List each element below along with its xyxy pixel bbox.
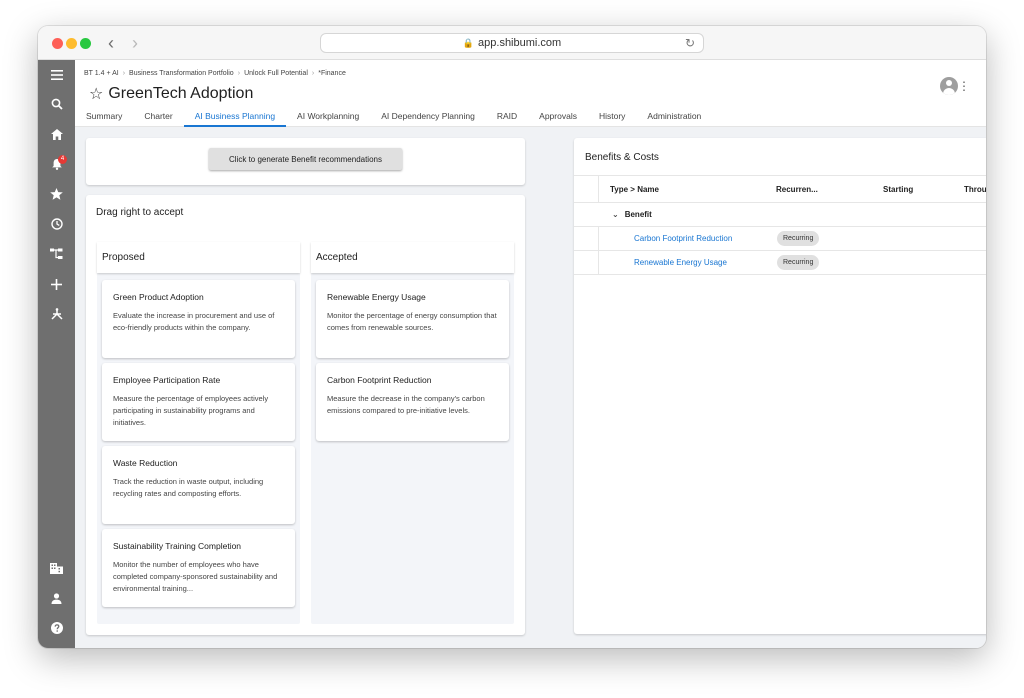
search-icon[interactable] [38,94,75,118]
accepted-card[interactable]: Carbon Footprint Reduction Measure the d… [316,363,509,441]
recurrence-chip: Recurring [777,255,820,270]
column-header-recurrence[interactable]: Recurren... [776,176,818,203]
card-title: Green Product Adoption [113,292,204,302]
grid-gutter [598,227,599,250]
card-title: Waste Reduction [113,458,178,468]
menu-icon[interactable] [38,64,75,88]
breadcrumb-item[interactable]: BT 1.4 + AI [84,70,119,77]
person-icon[interactable] [38,588,75,612]
grid-header-row: Type > Name Recurren... Starting Through [574,175,986,203]
browser-window: ‹ › 🔒 app.shibumi.com ↻ 4 BT 1.4 + AI › … [38,26,986,648]
back-arrow-icon[interactable]: ‹ [100,32,122,54]
benefit-name-link[interactable]: Renewable Energy Usage [634,251,727,274]
notification-count-badge: 4 [58,155,67,164]
main-content: Click to generate Benefit recommendation… [75,127,986,648]
url-text: app.shibumi.com [478,37,562,49]
reload-icon[interactable]: ↻ [685,34,695,52]
chevron-down-icon[interactable]: ⌄ [612,210,619,219]
breadcrumb-separator: › [122,70,126,77]
column-header-type-name[interactable]: Type > Name [610,176,659,203]
card-description: Evaluate the increase in procurement and… [113,311,275,332]
recurrence-chip: Recurring [777,231,820,246]
tab-ai-workplanning[interactable]: AI Workplanning [286,105,370,127]
tab-summary[interactable]: Summary [75,105,133,127]
building-icon[interactable] [38,558,75,582]
group-row-benefit[interactable]: ⌄ Benefit [574,203,986,227]
table-row[interactable]: Carbon Footprint Reduction Recurring [574,227,986,251]
proposed-column: Proposed Green Product Adoption Evaluate… [97,242,300,624]
tab-ai-business-planning[interactable]: AI Business Planning [183,105,287,127]
benefits-costs-title: Benefits & Costs [585,152,659,163]
grid-gutter [598,251,599,274]
tab-raid[interactable]: RAID [486,105,528,127]
tab-bar: Summary Charter AI Business Planning AI … [75,105,712,127]
minimize-window-button[interactable] [66,38,77,49]
generate-benefits-button[interactable]: Click to generate Benefit recommendation… [209,148,402,170]
group-label[interactable]: ⌄ Benefit [612,203,652,226]
benefits-costs-panel: Benefits & Costs + Type > Name Recurren.… [574,138,986,634]
column-header-through[interactable]: Through [964,176,986,203]
breadcrumb-separator: › [311,70,315,77]
group-name: Benefit [624,210,652,219]
favorite-star-icon[interactable]: ☆ [89,86,103,103]
breadcrumb: BT 1.4 + AI › Business Transformation Port… [84,70,346,77]
column-header-starting[interactable]: Starting [883,176,913,203]
lock-icon: 🔒 [462,38,475,48]
breadcrumb-item[interactable]: Business Transformation Portfolio [129,70,234,77]
card-description: Monitor the number of employees who have… [113,560,278,593]
forward-arrow-icon[interactable]: › [124,32,146,54]
add-icon[interactable] [38,274,75,298]
benefits-grid: Type > Name Recurren... Starting Through… [574,175,986,275]
proposed-card[interactable]: Employee Participation Rate Measure the … [102,363,295,441]
history-icon[interactable] [38,214,75,238]
page-title: GreenTech Adoption [108,85,254,102]
tab-approvals[interactable]: Approvals [528,105,588,127]
apps-icon[interactable] [38,304,75,328]
proposed-card[interactable]: Green Product Adoption Evaluate the incr… [102,280,295,358]
grid-gutter [598,176,599,202]
generate-panel: Click to generate Benefit recommendation… [86,138,525,185]
card-title: Sustainability Training Completion [113,541,242,551]
kanban-board: Drag right to accept Proposed Green Prod… [86,195,525,635]
board-title: Drag right to accept [96,207,184,218]
address-bar[interactable]: 🔒 app.shibumi.com ↻ [320,33,704,53]
benefit-name-link[interactable]: Carbon Footprint Reduction [634,227,732,250]
card-title: Carbon Footprint Reduction [327,375,432,385]
page-header: BT 1.4 + AI › Business Transformation Port… [75,60,986,127]
notifications-icon[interactable]: 4 [38,154,75,178]
table-row[interactable]: Renewable Energy Usage Recurring [574,251,986,275]
hierarchy-icon[interactable] [38,244,75,268]
accepted-column-header: Accepted [311,242,514,273]
maximize-window-button[interactable] [80,38,91,49]
tab-administration[interactable]: Administration [636,105,712,127]
close-window-button[interactable] [52,38,63,49]
proposed-card[interactable]: Waste Reduction Track the reduction in w… [102,446,295,524]
card-description: Measure the decrease in the company's ca… [327,394,485,415]
card-description: Measure the percentage of employees acti… [113,394,269,427]
help-icon[interactable] [38,618,75,642]
browser-toolbar: ‹ › 🔒 app.shibumi.com ↻ [38,26,986,60]
title-row: ☆ GreenTech Adoption [89,84,253,106]
card-description: Track the reduction in waste output, inc… [113,477,264,498]
favorites-star-icon[interactable] [38,184,75,208]
card-description: Monitor the percentage of energy consump… [327,311,497,332]
home-icon[interactable] [38,124,75,148]
tab-history[interactable]: History [588,105,636,127]
left-nav-rail: 4 [38,60,75,648]
proposed-card[interactable]: Sustainability Training Completion Monit… [102,529,295,607]
breadcrumb-separator: › [237,70,241,77]
accepted-card[interactable]: Renewable Energy Usage Monitor the perce… [316,280,509,358]
avatar[interactable] [940,77,958,95]
card-title: Renewable Energy Usage [327,292,426,302]
accepted-column: Accepted Renewable Energy Usage Monitor … [311,242,514,624]
tab-charter[interactable]: Charter [133,105,183,127]
more-options-icon[interactable]: ⋮ [958,76,970,96]
card-title: Employee Participation Rate [113,375,221,385]
breadcrumb-item[interactable]: *Finance [318,70,346,77]
breadcrumb-item[interactable]: Unlock Full Potential [244,70,308,77]
tab-ai-dependency-planning[interactable]: AI Dependency Planning [370,105,486,127]
proposed-column-header: Proposed [97,242,300,273]
